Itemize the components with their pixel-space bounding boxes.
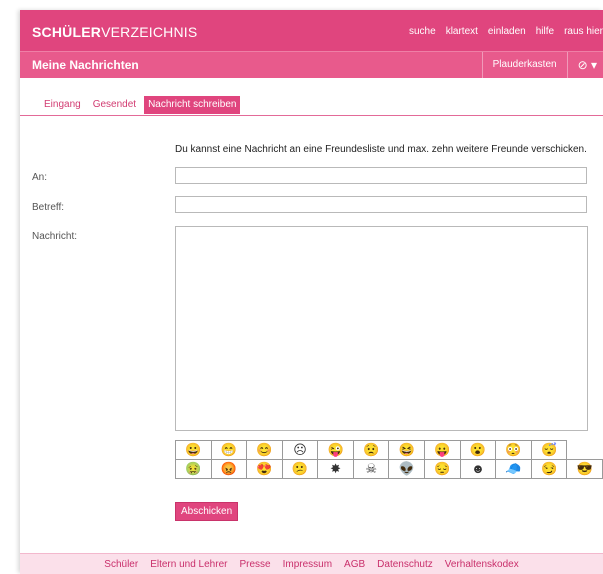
top-nav: suche klartext einladen hilfe raus hier [399, 26, 603, 37]
site-logo[interactable]: SCHÜLERVERZEICHNIS [32, 24, 197, 40]
laugh-icon[interactable]: 😆 [388, 440, 426, 460]
green-sick-icon[interactable]: 🤢 [175, 459, 212, 479]
check-circle-icon[interactable]: ⊘ ▾ [566, 52, 603, 78]
black-hair-icon[interactable]: ☻ [459, 459, 497, 479]
surprised-icon[interactable]: 😮 [459, 440, 497, 460]
confused-icon[interactable]: 😕 [281, 459, 319, 479]
tab-nachricht-schreiben[interactable]: Nachricht schreiben [144, 96, 241, 114]
footer-link-eltern[interactable]: Eltern und Lehrer [150, 559, 227, 570]
smiley-picker: 😀 😁 😊 ☹ 😜 😟 😆 😛 😮 😳 😴 🤢 😡 😍 😕 ✸ ☠ 👽 😔 ☻ … [175, 440, 603, 479]
explode-icon[interactable]: ✸ [317, 459, 354, 479]
top-bar: SCHÜLERVERZEICHNIS suche klartext einlad… [20, 10, 603, 51]
footer-link-verhaltenskodex[interactable]: Verhaltenskodex [445, 559, 519, 570]
happy-icon[interactable]: 😊 [246, 440, 283, 460]
blush-icon[interactable]: 😳 [495, 440, 532, 460]
subject-label: Betreff: [32, 202, 65, 213]
submit-button[interactable]: Abschicken [175, 502, 239, 521]
wink-tongue-icon[interactable]: 😜 [317, 440, 354, 460]
nav-hilfe[interactable]: hilfe [536, 26, 554, 37]
nav-suche[interactable]: suche [409, 26, 436, 37]
cap-icon[interactable]: 🧢 [495, 459, 532, 479]
to-label: An: [32, 172, 48, 183]
pink-love-icon[interactable]: 😍 [246, 459, 283, 479]
nav-klartext[interactable]: klartext [446, 26, 478, 37]
footer-link-datenschutz[interactable]: Datenschutz [377, 559, 433, 570]
to-field[interactable] [175, 167, 587, 184]
plauderkasten-button[interactable]: Plauderkasten [481, 52, 567, 78]
footer-link-agb[interactable]: AGB [344, 559, 365, 570]
tab-eingang[interactable]: Eingang [40, 96, 85, 114]
sub-header-actions: Plauderkasten ⊘ ▾ [481, 52, 603, 78]
app-frame: SCHÜLERVERZEICHNIS suche klartext einlad… [20, 10, 603, 574]
sad-icon[interactable]: 😔 [424, 459, 461, 479]
smile-icon[interactable]: 😀 [175, 440, 212, 460]
subject-field[interactable] [175, 196, 587, 213]
tab-gesendet[interactable]: Gesendet [89, 96, 140, 114]
frown-icon[interactable]: ☹ [281, 440, 319, 460]
worried-icon[interactable]: 😟 [352, 440, 390, 460]
sleepy-icon[interactable]: 😴 [530, 440, 568, 460]
nav-raus-hier[interactable]: raus hier [564, 26, 603, 37]
nav-einladen[interactable]: einladen [488, 26, 526, 37]
tongue-icon[interactable]: 😛 [424, 440, 461, 460]
message-label: Nachricht: [32, 231, 78, 242]
form-intro: Du kannst eine Nachricht an eine Freunde… [175, 144, 587, 155]
message-tabs: Eingang Gesendet Nachricht schreiben [40, 96, 244, 114]
angry-icon[interactable]: 😡 [210, 459, 248, 479]
footer-link-impressum[interactable]: Impressum [283, 559, 332, 570]
alien-icon[interactable]: 👽 [388, 459, 426, 479]
grin-icon[interactable]: 😁 [210, 440, 248, 460]
page-title: Meine Nachrichten [32, 58, 139, 72]
cool-icon[interactable]: 😎 [566, 459, 603, 479]
sub-header: Meine Nachrichten Plauderkasten ⊘ ▾ [20, 51, 603, 78]
tab-divider [20, 115, 603, 116]
footer: Schüler Eltern und Lehrer Presse Impress… [20, 553, 603, 574]
footer-link-schueler[interactable]: Schüler [104, 559, 138, 570]
message-textarea[interactable] [175, 226, 588, 431]
smirk-icon[interactable]: 😏 [530, 459, 568, 479]
footer-link-presse[interactable]: Presse [239, 559, 270, 570]
skull-icon[interactable]: ☠ [352, 459, 390, 479]
